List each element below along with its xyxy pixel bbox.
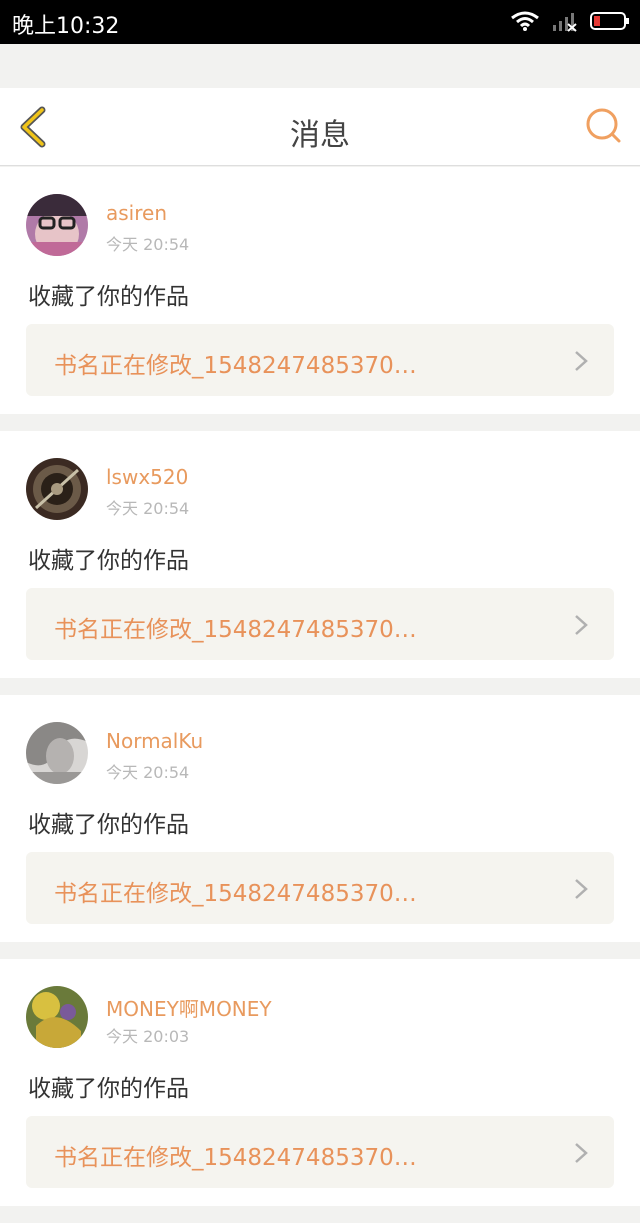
- message-list: asiren 今天 20:54 收藏了你的作品 书名正在修改_154824748…: [0, 167, 640, 1223]
- message-card: asiren 今天 20:54 收藏了你的作品 书名正在修改_154824748…: [0, 167, 640, 414]
- work-link[interactable]: 书名正在修改_1548247485370…: [26, 588, 614, 660]
- page-title: 消息: [290, 118, 350, 153]
- status-bar: 晚上10:32: [0, 0, 640, 44]
- chevron-right-icon: [575, 615, 588, 635]
- chevron-right-icon: [575, 1143, 588, 1163]
- avatar[interactable]: [26, 986, 88, 1048]
- work-title: 书名正在修改_1548247485370…: [54, 353, 417, 379]
- timestamp: 今天 20:54: [106, 235, 190, 254]
- status-icons: [510, 10, 630, 32]
- action-text: 收藏了你的作品: [28, 284, 189, 310]
- avatar[interactable]: [26, 458, 88, 520]
- username[interactable]: asiren: [106, 201, 167, 225]
- action-text: 收藏了你的作品: [28, 812, 189, 838]
- battery-icon: [590, 11, 630, 31]
- username[interactable]: lswx520: [106, 465, 188, 489]
- top-spacer: [0, 44, 640, 88]
- work-title: 书名正在修改_1548247485370…: [54, 617, 417, 643]
- work-link[interactable]: 书名正在修改_1548247485370…: [26, 852, 614, 924]
- avatar[interactable]: [26, 194, 88, 256]
- action-text: 收藏了你的作品: [28, 548, 189, 574]
- timestamp: 今天 20:03: [106, 1027, 190, 1046]
- avatar[interactable]: [26, 722, 88, 784]
- signal-icon: [552, 10, 578, 32]
- chevron-right-icon: [575, 879, 588, 899]
- work-link[interactable]: 书名正在修改_1548247485370…: [26, 1116, 614, 1188]
- message-card: MONEY啊MONEY 今天 20:03 收藏了你的作品 书名正在修改_1548…: [0, 959, 640, 1206]
- wifi-icon: [510, 10, 540, 32]
- timestamp: 今天 20:54: [106, 499, 190, 518]
- action-text: 收藏了你的作品: [28, 1076, 189, 1102]
- nav-header: 消息: [0, 88, 640, 166]
- search-button[interactable]: [584, 106, 624, 146]
- username[interactable]: MONEY啊MONEY: [106, 993, 272, 1022]
- chevron-right-icon: [575, 351, 588, 371]
- message-card: NormalKu 今天 20:54 收藏了你的作品 书名正在修改_1548247…: [0, 695, 640, 942]
- message-card: lswx520 今天 20:54 收藏了你的作品 书名正在修改_15482474…: [0, 431, 640, 678]
- timestamp: 今天 20:54: [106, 763, 190, 782]
- work-title: 书名正在修改_1548247485370…: [54, 1145, 417, 1171]
- status-time: 晚上10:32: [12, 14, 120, 39]
- work-title: 书名正在修改_1548247485370…: [54, 881, 417, 907]
- work-link[interactable]: 书名正在修改_1548247485370…: [26, 324, 614, 396]
- search-icon: [586, 108, 621, 143]
- username[interactable]: NormalKu: [106, 729, 203, 753]
